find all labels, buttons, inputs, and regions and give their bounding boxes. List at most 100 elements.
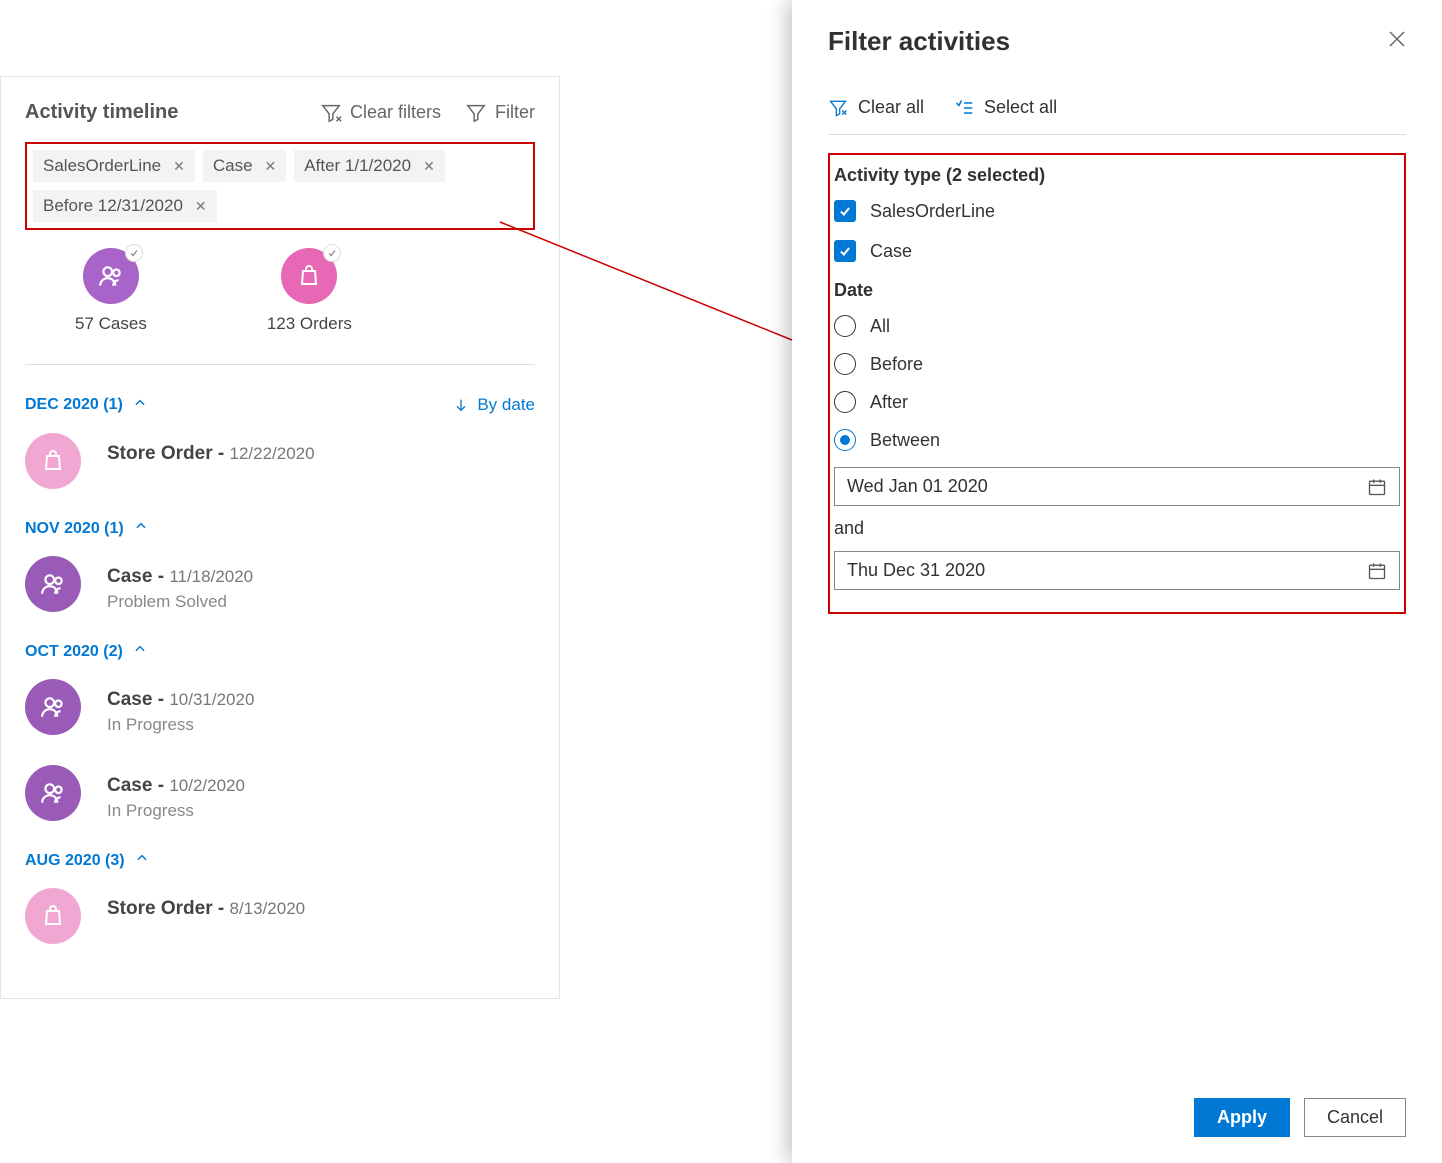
clear-filters-label: Clear filters bbox=[350, 102, 441, 123]
filter-label: Filter bbox=[495, 102, 535, 123]
chip-remove-icon[interactable]: ✕ bbox=[195, 198, 207, 215]
filter-button[interactable]: Filter bbox=[465, 102, 535, 124]
activity-icon bbox=[25, 433, 81, 489]
date-option-radio[interactable]: After bbox=[834, 391, 1400, 413]
timeline-header: Activity timeline Clear filters Filter bbox=[25, 101, 535, 124]
clear-filters-button[interactable]: Clear filters bbox=[320, 102, 441, 124]
and-label: and bbox=[834, 518, 1400, 539]
activity-content: Case - 11/18/2020Problem Solved bbox=[107, 556, 253, 612]
checkbox-icon bbox=[834, 240, 856, 262]
filter-chip[interactable]: After 1/1/2020 ✕ bbox=[294, 150, 445, 182]
radio-label: All bbox=[870, 316, 890, 337]
chip-label: Case bbox=[213, 156, 253, 176]
activity-content: Store Order - 12/22/2020 bbox=[107, 433, 315, 465]
stat-card[interactable]: 57 Cases bbox=[75, 248, 147, 334]
group-toggle[interactable]: DEC 2020 (1) bbox=[25, 396, 147, 415]
checklist-icon bbox=[954, 98, 974, 118]
activity-date: 8/13/2020 bbox=[229, 899, 305, 918]
date-to-input[interactable]: Thu Dec 31 2020 bbox=[834, 551, 1400, 590]
date-option-radio[interactable]: Before bbox=[834, 353, 1400, 375]
check-badge-icon bbox=[323, 244, 341, 262]
activity-date: 11/18/2020 bbox=[169, 567, 253, 586]
activity-icon bbox=[25, 679, 81, 735]
timeline-title: Activity timeline bbox=[25, 101, 178, 124]
radio-icon bbox=[834, 315, 856, 337]
checkbox-icon bbox=[834, 200, 856, 222]
activity-item[interactable]: Store Order - 12/22/2020 bbox=[25, 433, 535, 489]
stat-card[interactable]: 123 Orders bbox=[267, 248, 352, 334]
activity-type-checkbox[interactable]: SalesOrderLine bbox=[834, 200, 1400, 222]
clear-all-button[interactable]: Clear all bbox=[828, 97, 924, 118]
calendar-icon bbox=[1367, 477, 1387, 497]
group-label-text: OCT 2020 (2) bbox=[25, 643, 123, 661]
radio-label: After bbox=[870, 392, 908, 413]
timeline-header-actions: Clear filters Filter bbox=[320, 102, 535, 124]
group-toggle[interactable]: OCT 2020 (2) bbox=[25, 642, 147, 661]
group-toggle[interactable]: AUG 2020 (3) bbox=[25, 851, 149, 870]
select-all-button[interactable]: Select all bbox=[954, 97, 1057, 118]
funnel-clear-icon bbox=[828, 98, 848, 118]
activity-title: Case - bbox=[107, 689, 169, 710]
chip-remove-icon[interactable]: ✕ bbox=[173, 158, 185, 175]
calendar-icon bbox=[1367, 561, 1387, 581]
radio-label: Before bbox=[870, 354, 923, 375]
chip-label: Before 12/31/2020 bbox=[43, 196, 183, 216]
group-toggle[interactable]: NOV 2020 (1) bbox=[25, 519, 148, 538]
close-button[interactable] bbox=[1388, 30, 1406, 54]
group-header: AUG 2020 (3) bbox=[25, 851, 535, 870]
activity-date: 10/31/2020 bbox=[169, 690, 254, 709]
filter-chip[interactable]: Before 12/31/2020 ✕ bbox=[33, 190, 217, 222]
checkbox-label: Case bbox=[870, 241, 912, 262]
activity-type-checkbox[interactable]: Case bbox=[834, 240, 1400, 262]
filter-chip[interactable]: SalesOrderLine✕ bbox=[33, 150, 195, 182]
timeline-groups: DEC 2020 (1) By date Store Order - 12/22/2… bbox=[25, 395, 535, 944]
activity-date: 12/22/2020 bbox=[229, 444, 314, 463]
activity-item[interactable]: Case - 10/2/2020In Progress bbox=[25, 765, 535, 821]
sort-label: By date bbox=[477, 395, 535, 415]
group-label-text: NOV 2020 (1) bbox=[25, 520, 124, 538]
clear-all-label: Clear all bbox=[858, 97, 924, 118]
activity-title: Store Order - bbox=[107, 443, 229, 464]
filter-body: Activity type (2 selected) SalesOrderLin… bbox=[828, 153, 1406, 614]
activity-timeline-panel: Activity timeline Clear filters Filter S… bbox=[0, 76, 560, 999]
activity-icon bbox=[25, 888, 81, 944]
stat-icon-circle bbox=[281, 248, 337, 304]
group-header: OCT 2020 (2) bbox=[25, 642, 535, 661]
chip-label: After 1/1/2020 bbox=[304, 156, 411, 176]
activity-item[interactable]: Case - 11/18/2020Problem Solved bbox=[25, 556, 535, 612]
activity-content: Case - 10/31/2020In Progress bbox=[107, 679, 254, 735]
activity-title: Case - bbox=[107, 566, 169, 587]
date-from-value: Wed Jan 01 2020 bbox=[847, 476, 988, 497]
activity-item[interactable]: Case - 10/31/2020In Progress bbox=[25, 679, 535, 735]
activity-date: 10/2/2020 bbox=[169, 776, 245, 795]
stat-label: 57 Cases bbox=[75, 314, 147, 334]
date-option-radio[interactable]: Between bbox=[834, 429, 1400, 451]
radio-label: Between bbox=[870, 430, 940, 451]
date-from-input[interactable]: Wed Jan 01 2020 bbox=[834, 467, 1400, 506]
filter-toolbar: Clear all Select all bbox=[828, 97, 1406, 135]
radio-icon bbox=[834, 429, 856, 451]
filter-header: Filter activities bbox=[828, 26, 1406, 57]
apply-button[interactable]: Apply bbox=[1194, 1098, 1290, 1137]
stat-label: 123 Orders bbox=[267, 314, 352, 334]
filter-chips-row: SalesOrderLine✕Case✕After 1/1/2020✕Befor… bbox=[25, 142, 535, 230]
chip-remove-icon[interactable]: ✕ bbox=[423, 158, 435, 175]
chip-remove-icon[interactable]: ✕ bbox=[265, 158, 277, 175]
activity-icon bbox=[25, 556, 81, 612]
select-all-label: Select all bbox=[984, 97, 1057, 118]
chevron-up-icon bbox=[133, 642, 147, 661]
activity-type-heading: Activity type (2 selected) bbox=[834, 165, 1400, 186]
filter-chip[interactable]: Case ✕ bbox=[203, 150, 286, 182]
activity-title: Store Order - bbox=[107, 898, 229, 919]
cancel-button[interactable]: Cancel bbox=[1304, 1098, 1406, 1137]
group-label-text: AUG 2020 (3) bbox=[25, 852, 125, 870]
close-icon bbox=[1388, 30, 1406, 48]
chevron-up-icon bbox=[134, 519, 148, 538]
sort-by-date-button[interactable]: By date bbox=[453, 395, 535, 415]
date-options: All Before After Between bbox=[834, 315, 1400, 451]
chevron-up-icon bbox=[135, 851, 149, 870]
activity-title: Case - bbox=[107, 775, 169, 796]
date-to-value: Thu Dec 31 2020 bbox=[847, 560, 985, 581]
date-option-radio[interactable]: All bbox=[834, 315, 1400, 337]
activity-item[interactable]: Store Order - 8/13/2020 bbox=[25, 888, 535, 944]
